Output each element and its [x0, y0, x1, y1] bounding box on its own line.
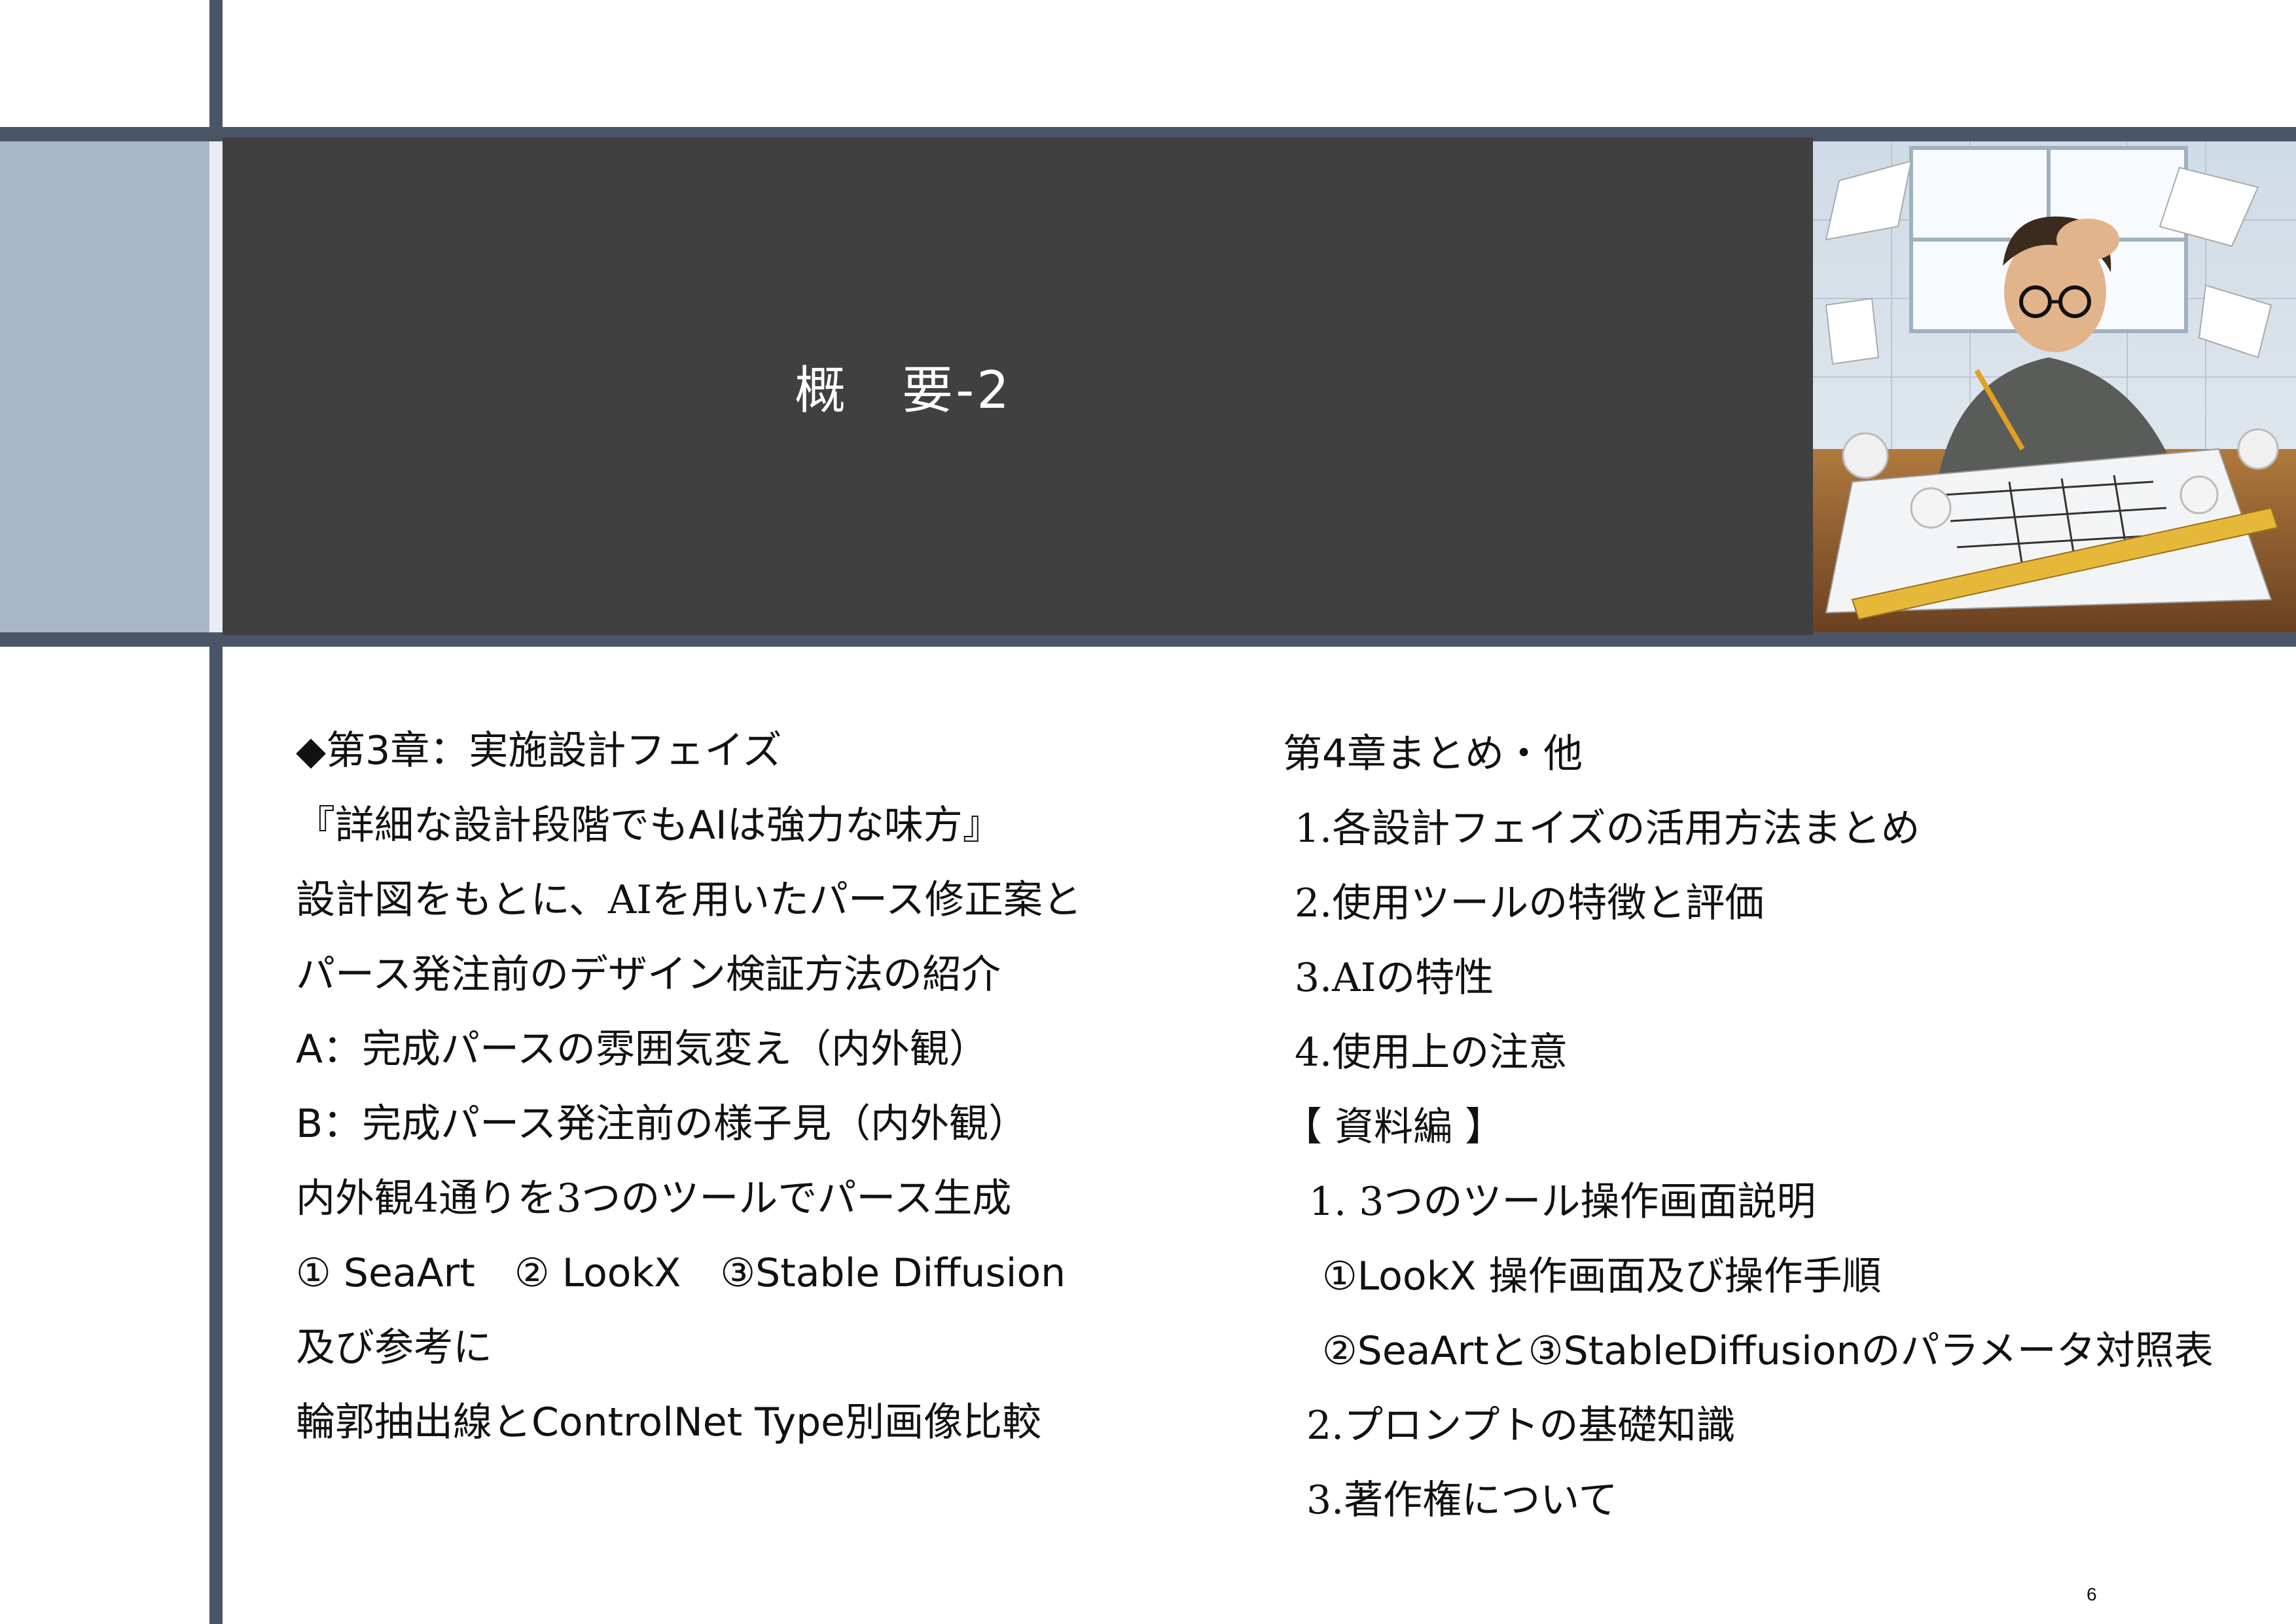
header-side-block	[0, 141, 209, 632]
appendix-item-1: 1. 3つのツール操作画面説明	[1309, 1179, 1816, 1225]
chapter3-description-1: 設計図をもとに、AIを用いたパース修正案と	[296, 877, 1083, 923]
chapter3-section: ◆第3章：実施設計フェイズ 『詳細な設計段階でもAIは強力な味方』 設計図をもと…	[296, 713, 1225, 1460]
chapter3-heading: ◆第3章：実施設計フェイズ	[296, 728, 782, 774]
page-number: 6	[2087, 1584, 2097, 1604]
chapter3-subtitle: 『詳細な設計段階でもAIは強力な味方』	[296, 803, 1002, 848]
appendix-item-3: 3.著作権について	[1306, 1477, 1618, 1523]
chapter3-tools-intro: 内外観4通りを3つのツールでパース生成	[296, 1176, 1012, 1221]
chapter3-tools-list: ① SeaArt ② LookX ③Stable Diffusion	[296, 1250, 1066, 1296]
appendix-heading: 【 資料編 】	[1283, 1104, 1505, 1150]
stressed-architect-illustration	[1813, 141, 2296, 632]
chapter4-item: 4.使用上の注意	[1295, 1030, 1568, 1075]
chapter4-item: 2.使用ツールの特徴と評価	[1295, 880, 1765, 926]
chapter3-description-2: パース発注前のデザイン検証方法の紹介	[296, 952, 1001, 998]
chapter3-item-a: A：完成パースの雰囲気変え（内外観）	[296, 1026, 989, 1072]
page-title: 概 要-2	[795, 361, 1012, 420]
appendix-item-1b: ②SeaArtと③StableDiffusionのパラメータ対照表	[1322, 1328, 2214, 1374]
chapter3-item-b: B：完成パース発注前の様子見（内外観）	[296, 1101, 1028, 1147]
chapter4-item: 1.各設計フェイズの活用方法まとめ	[1295, 806, 1920, 852]
chapter3-reference-intro: 及び参考に	[296, 1325, 492, 1371]
chapter4-section: 第4章まとめ・他 1.各設計フェイズの活用方法まとめ 2.使用ツールの特徴と評価…	[1283, 717, 2251, 1538]
chapter4-heading: 第4章まとめ・他	[1283, 731, 1583, 777]
chapter4-item: 3.AIの特性	[1295, 955, 1494, 1001]
chapter3-reference: 輪郭抽出線とControlNet Type別画像比較	[296, 1399, 1042, 1445]
appendix-item-2: 2.プロンプトの基礎知識	[1306, 1403, 1736, 1449]
appendix-item-1a: ①LookX 操作画面及び操作手順	[1322, 1254, 1882, 1299]
